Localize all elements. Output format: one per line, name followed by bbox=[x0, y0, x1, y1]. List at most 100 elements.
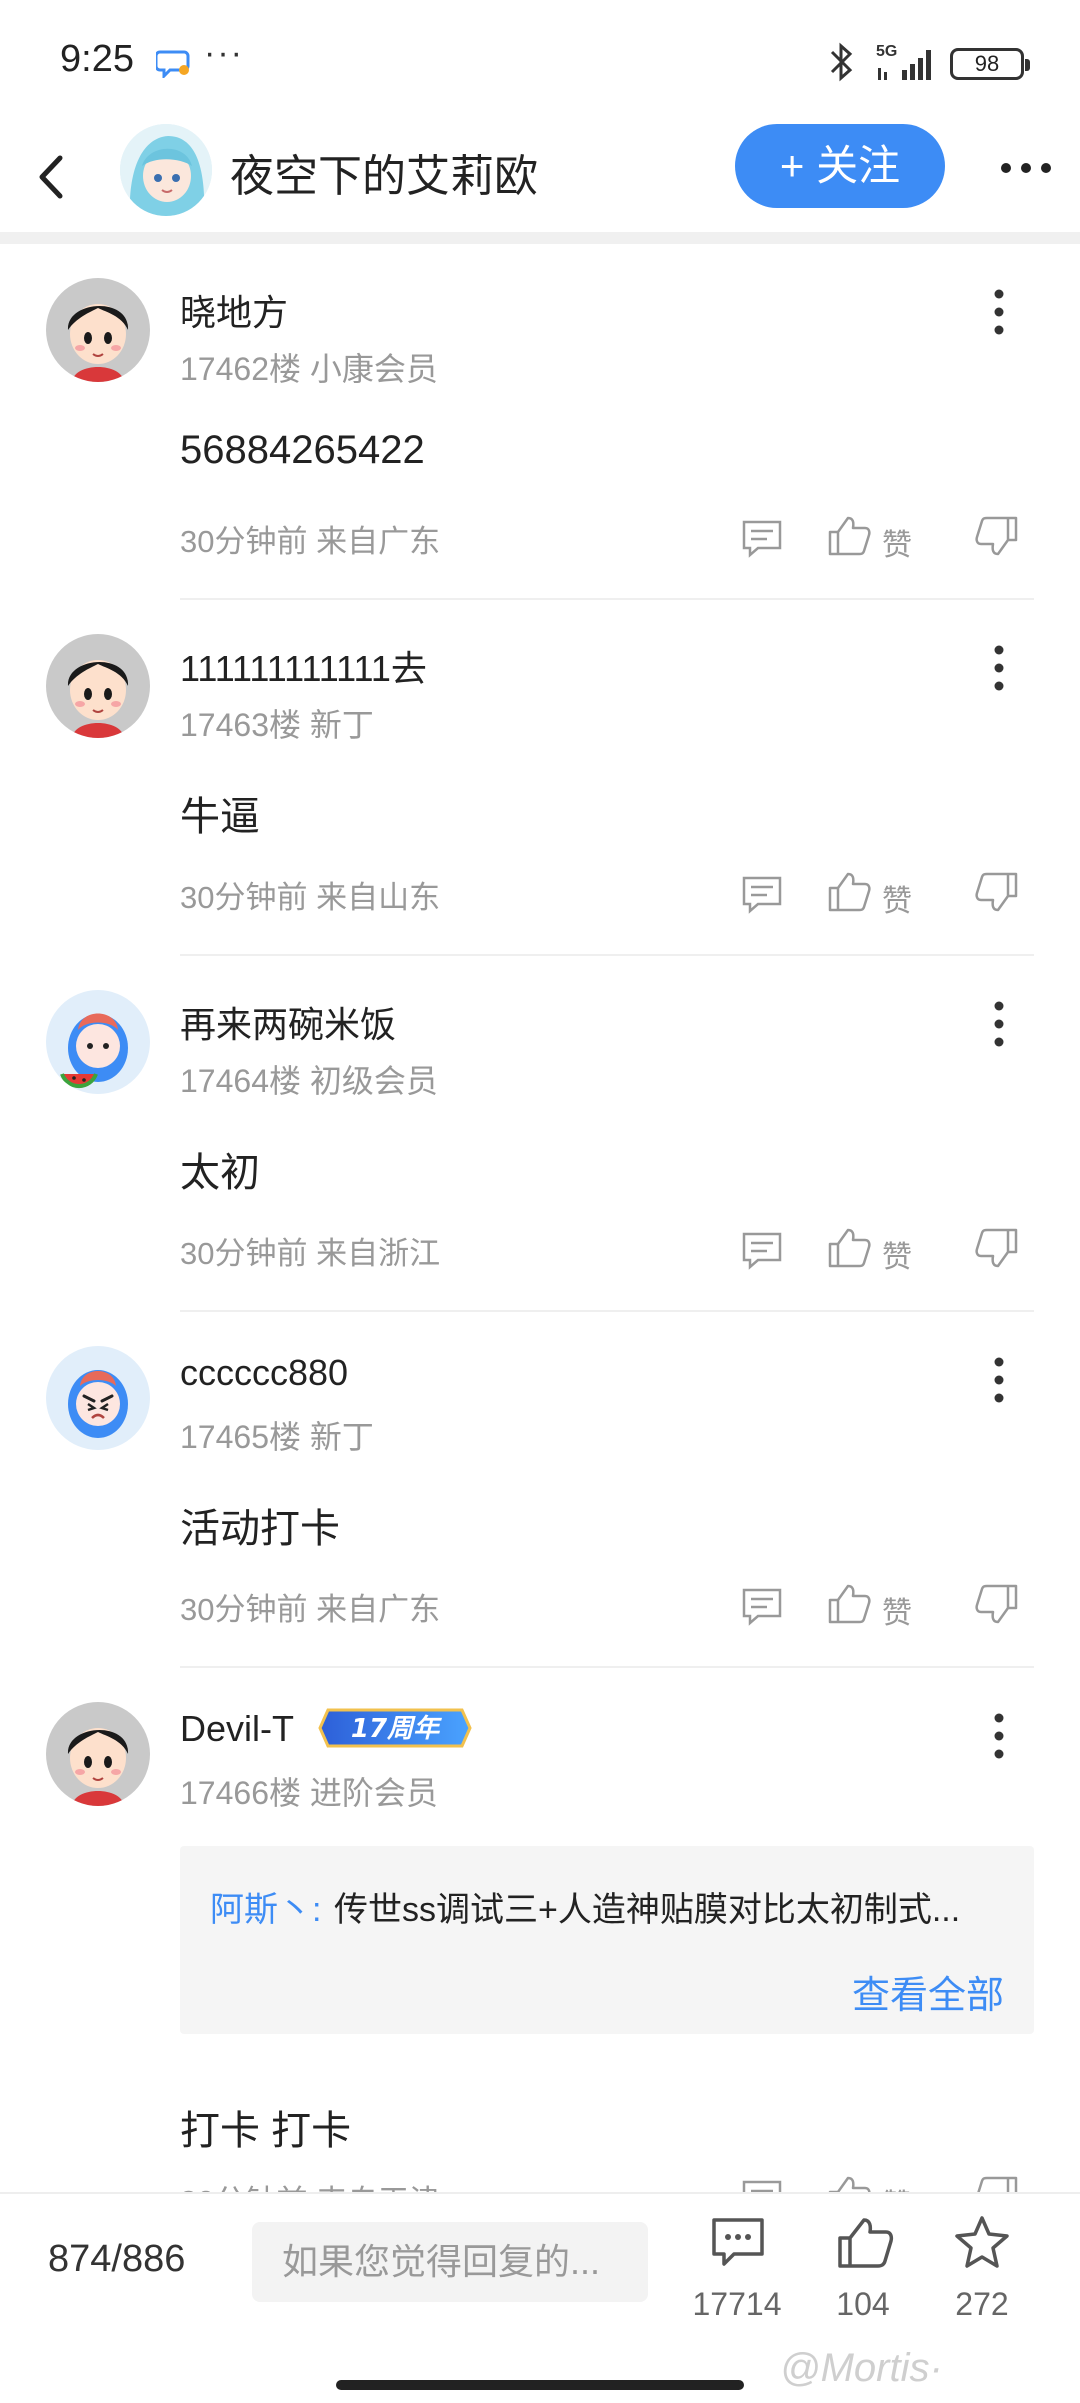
dislike-icon[interactable] bbox=[974, 870, 1020, 914]
reply-content: 活动打卡 bbox=[180, 1507, 340, 1551]
reply-floor-level: 17463楼 新丁 bbox=[180, 700, 374, 746]
thumbs-up-icon[interactable] bbox=[834, 2214, 894, 2270]
angry-mascot-avatar-icon bbox=[46, 1346, 150, 1450]
reply-location: 来自广东 bbox=[316, 1592, 441, 1627]
like-icon[interactable] bbox=[826, 2174, 872, 2192]
like-label[interactable]: 赞 bbox=[882, 2180, 912, 2192]
reply-list: 晓地方 17462楼 小康会员 56884265422 30分钟前 来自广东 赞 bbox=[0, 244, 1080, 2192]
comment-count: 17714 bbox=[692, 2286, 782, 2322]
reply-location: 来自浙江 bbox=[316, 1236, 441, 1271]
cartoon-boy-avatar-icon bbox=[46, 634, 150, 738]
like-label[interactable]: 赞 bbox=[882, 1588, 912, 1632]
reply-item: 晓地方 17462楼 小康会员 56884265422 30分钟前 来自广东 赞 bbox=[0, 244, 1080, 600]
cartoon-boy-avatar-icon bbox=[46, 1702, 150, 1806]
reply-username[interactable]: 晓地方 bbox=[180, 284, 288, 336]
reply-content: 牛逼 bbox=[180, 795, 260, 839]
more-options-icon[interactable] bbox=[998, 160, 1054, 176]
bottom-action-bar: 874/886 如果您觉得回复的... 17714 104 272 @Morti… bbox=[0, 2192, 1080, 2403]
reply-time-location: 30分钟前 来自浙江 bbox=[180, 1228, 440, 1273]
back-arrow-icon[interactable] bbox=[30, 142, 74, 212]
svg-text:5G: 5G bbox=[876, 43, 897, 60]
avatar[interactable] bbox=[46, 990, 150, 1094]
avatar[interactable] bbox=[46, 1702, 150, 1806]
anime-girl-avatar-icon bbox=[120, 124, 212, 216]
reply-username[interactable]: cccccc880 bbox=[180, 1352, 348, 1394]
dislike-icon[interactable] bbox=[974, 1226, 1020, 1270]
watermelon-mascot-avatar-icon bbox=[46, 990, 150, 1094]
like-icon[interactable] bbox=[826, 1226, 872, 1270]
dislike-icon[interactable] bbox=[974, 1582, 1020, 1626]
comment-icon[interactable] bbox=[740, 1230, 784, 1270]
reply-floor-level: 17464楼 初级会员 bbox=[180, 1056, 438, 1102]
reply-time-location: 30分钟前 来自山东 bbox=[180, 872, 440, 917]
status-time: 9:25 bbox=[60, 38, 134, 80]
thread-header: 夜空下的艾莉欧 + 关注 bbox=[0, 120, 1080, 232]
member-level: 新丁 bbox=[309, 1419, 374, 1455]
like-icon[interactable] bbox=[826, 870, 872, 914]
reply-menu-icon[interactable] bbox=[984, 1000, 1014, 1048]
reply-location: 来自天津 bbox=[316, 2184, 440, 2192]
like-icon[interactable] bbox=[826, 514, 872, 558]
like-label[interactable]: 赞 bbox=[882, 520, 912, 564]
reply-input[interactable]: 如果您觉得回复的... bbox=[252, 2222, 648, 2302]
member-level: 小康会员 bbox=[309, 351, 438, 387]
like-count: 104 bbox=[836, 2286, 890, 2322]
reply-time-location: 30分钟前 来自广东 bbox=[180, 516, 440, 561]
avatar[interactable] bbox=[46, 278, 150, 382]
reply-menu-icon[interactable] bbox=[984, 1712, 1014, 1760]
reply-item: Devil-T 17周年 17466楼 进阶会员 阿斯丶: 传世ss调试三+人造… bbox=[0, 1668, 1080, 2192]
status-overflow-dots: ··· bbox=[204, 34, 244, 72]
reply-username[interactable]: 再来两碗米饭 bbox=[180, 996, 396, 1048]
cartoon-boy-avatar-icon bbox=[46, 278, 150, 382]
reply-content: 太初 bbox=[180, 1151, 260, 1195]
reply-menu-icon[interactable] bbox=[984, 644, 1014, 692]
signal-5g-icon: 5G bbox=[876, 43, 931, 80]
quoted-text: 传世ss调试三+人造神贴膜对比太初制式... bbox=[334, 1891, 961, 1929]
reply-menu-icon[interactable] bbox=[984, 1356, 1014, 1404]
reply-floor-level: 17465楼 新丁 bbox=[180, 1412, 374, 1458]
dislike-icon[interactable] bbox=[974, 2174, 1020, 2192]
comment-icon[interactable] bbox=[740, 874, 784, 914]
reply-menu-icon[interactable] bbox=[984, 288, 1014, 336]
reply-floor-level: 17466楼 进阶会员 bbox=[180, 1768, 438, 1814]
comment-icon[interactable] bbox=[740, 1586, 784, 1626]
quoted-author[interactable]: 阿斯丶: bbox=[210, 1882, 321, 1931]
floor-number: 17466楼 bbox=[180, 1775, 301, 1811]
bluetooth-icon bbox=[830, 42, 853, 82]
reply-item: 111111111111去 17463楼 新丁 牛逼 30分钟前 来自山东 赞 bbox=[0, 600, 1080, 956]
reply-content: 打卡 打卡 bbox=[180, 2109, 352, 2153]
page-title: 夜空下的艾莉欧 bbox=[230, 152, 538, 201]
reply-content: 56884265422 bbox=[180, 428, 425, 472]
comment-icon[interactable] bbox=[740, 2178, 784, 2192]
home-indicator[interactable] bbox=[336, 2380, 744, 2390]
status-bar: 9:25 ··· 5G 98 bbox=[0, 0, 1080, 120]
reply-item: cccccc880 17465楼 新丁 活动打卡 30分钟前 来自广东 赞 bbox=[0, 1312, 1080, 1668]
reply-username[interactable]: 111111111111去 bbox=[180, 640, 427, 692]
comment-count-icon[interactable] bbox=[708, 2214, 768, 2270]
member-level: 初级会员 bbox=[309, 1063, 438, 1099]
avatar[interactable] bbox=[46, 634, 150, 738]
comment-icon[interactable] bbox=[740, 518, 784, 558]
reply-location: 来自山东 bbox=[316, 880, 441, 915]
member-level: 新丁 bbox=[309, 707, 374, 743]
star-icon[interactable] bbox=[952, 2214, 1012, 2270]
reply-time: 30分钟前 bbox=[180, 1236, 308, 1271]
avatar[interactable] bbox=[46, 1346, 150, 1450]
view-all-link[interactable]: 查看全部 bbox=[852, 1964, 1004, 2019]
dislike-icon[interactable] bbox=[974, 514, 1020, 558]
like-label[interactable]: 赞 bbox=[882, 1232, 912, 1276]
like-icon[interactable] bbox=[826, 1582, 872, 1626]
quoted-reply[interactable]: 阿斯丶: 传世ss调试三+人造神贴膜对比太初制式... 查看全部 bbox=[180, 1846, 1034, 2034]
author-avatar[interactable] bbox=[120, 124, 212, 216]
floor-number: 17465楼 bbox=[180, 1419, 301, 1455]
like-label[interactable]: 赞 bbox=[882, 876, 912, 920]
reply-username[interactable]: Devil-T bbox=[180, 1708, 294, 1750]
follow-button[interactable]: + 关注 bbox=[735, 124, 945, 208]
reply-time-location: 30分钟前 来自天津 bbox=[180, 2176, 440, 2192]
reply-item: 再来两碗米饭 17464楼 初级会员 太初 30分钟前 来自浙江 赞 bbox=[0, 956, 1080, 1312]
page-counter[interactable]: 874/886 bbox=[48, 2238, 185, 2281]
anniversary-badge-label: 17周年 bbox=[351, 1714, 442, 1744]
floor-number: 17463楼 bbox=[180, 707, 301, 743]
header-divider bbox=[0, 232, 1080, 244]
watermark: @Mortis· bbox=[780, 2346, 943, 2390]
